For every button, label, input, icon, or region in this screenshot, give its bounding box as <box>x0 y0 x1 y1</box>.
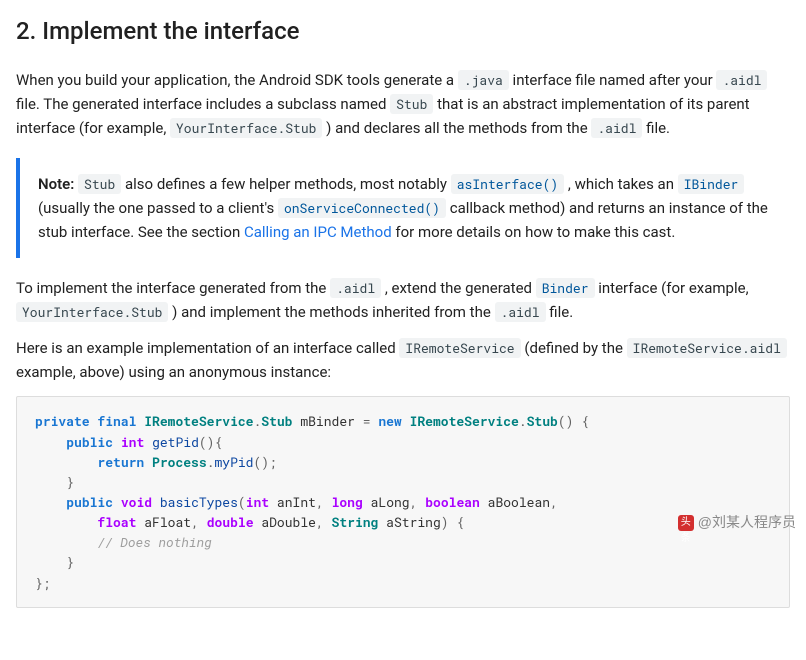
text: interface file named after your <box>513 71 717 89</box>
fn-mypid: myPid <box>214 453 253 471</box>
link-ipc-method[interactable]: Calling an IPC Method <box>244 223 392 241</box>
prim-long: long <box>332 493 363 511</box>
id-anint: anInt <box>277 493 316 511</box>
text: also defines a few helper methods, most … <box>125 175 451 193</box>
prim-double: double <box>207 513 254 531</box>
punct: ) <box>441 513 449 531</box>
code-aidl-ext: .aidl <box>591 118 642 138</box>
kw-private: private <box>35 412 90 430</box>
type-string: String <box>332 513 379 531</box>
watermark: 头条@刘某人程序员 <box>678 511 796 533</box>
text: To implement the interface generated fro… <box>16 279 330 297</box>
note-paragraph: Note: Stub also defines a few helper met… <box>38 172 790 244</box>
punct: } <box>66 553 74 571</box>
punct: , <box>191 513 199 531</box>
punct: = <box>363 412 371 430</box>
punct: }; <box>35 574 51 592</box>
code-iremoteservice-aidl: IRemoteService.aidl <box>627 338 787 358</box>
punct: , <box>410 493 418 511</box>
punct: , <box>550 493 558 511</box>
punct: { <box>456 513 464 531</box>
prim-float: float <box>97 513 136 531</box>
kw-public: public <box>66 493 113 511</box>
text: example, above) using an anonymous insta… <box>16 363 331 381</box>
type-stub: Stub <box>527 412 558 430</box>
id-adouble: aDouble <box>261 513 316 531</box>
text: , which takes an <box>568 175 678 193</box>
code-asinterface: asInterface() <box>451 174 564 194</box>
code-block: private final IRemoteService.Stub mBinde… <box>16 396 790 607</box>
kw-public: public <box>66 433 113 451</box>
id-mbinder: mBinder <box>300 412 355 430</box>
code-yourinterface-stub: YourInterface.Stub <box>16 302 168 322</box>
section-heading: 2. Implement the interface <box>16 12 790 50</box>
code-iremoteservice: IRemoteService <box>399 338 520 358</box>
code-yourinterface-stub: YourInterface.Stub <box>170 118 322 138</box>
prim-void: void <box>121 493 152 511</box>
punct: , <box>316 513 324 531</box>
punct: { <box>581 412 589 430</box>
code-aidl-ext: .aidl <box>495 302 546 322</box>
text: ) and implement the methods inherited fr… <box>172 303 494 321</box>
punct: (){ <box>199 433 222 451</box>
text: ) and declares all the methods from the <box>326 119 591 137</box>
id-aboolean: aBoolean <box>488 493 550 511</box>
punct: () <box>558 412 574 430</box>
code-java-ext: .java <box>458 70 509 90</box>
prim-int: int <box>121 433 144 451</box>
text: file. <box>549 303 573 321</box>
type-iremoteservice: IRemoteService <box>410 412 519 430</box>
punct: . <box>519 412 527 430</box>
watermark-text: @刘某人程序员 <box>698 514 796 530</box>
code-aidl-ext: .aidl <box>330 278 381 298</box>
text: file. <box>646 119 670 137</box>
text: , extend the generated <box>385 279 536 297</box>
text: When you build your application, the And… <box>16 71 458 89</box>
kw-return: return <box>97 453 144 471</box>
punct: (); <box>253 453 276 471</box>
id-along: aLong <box>371 493 410 511</box>
fn-basictypes: basicTypes <box>160 493 238 511</box>
text: file. The generated interface includes a… <box>16 95 390 113</box>
prim-boolean: boolean <box>425 493 480 511</box>
kw-final: final <box>97 412 136 430</box>
text: interface (for example, <box>598 279 748 297</box>
punct: ( <box>238 493 246 511</box>
type-stub: Stub <box>261 412 292 430</box>
code-stub: Stub <box>390 94 433 114</box>
kw-new: new <box>378 412 401 430</box>
text: (defined by the <box>524 339 626 357</box>
text: Here is an example implementation of an … <box>16 339 399 357</box>
paragraph-2: To implement the interface generated fro… <box>16 276 790 324</box>
code-onserviceconnected: onServiceConnected() <box>278 198 446 218</box>
note-label: Note: <box>38 175 74 193</box>
prim-int: int <box>246 493 269 511</box>
paragraph-3: Here is an example implementation of an … <box>16 336 790 384</box>
code-ibinder: IBinder <box>678 174 745 194</box>
comment: // Does nothing <box>97 533 211 551</box>
code-aidl-ext: .aidl <box>716 70 767 90</box>
watermark-logo: 头条 <box>678 515 694 531</box>
paragraph-1: When you build your application, the And… <box>16 68 790 140</box>
id-astring: aString <box>386 513 441 531</box>
id-afloat: aFloat <box>144 513 191 531</box>
type-process: Process <box>152 453 207 471</box>
text: for more details on how to make this cas… <box>395 223 675 241</box>
fn-getpid: getPid <box>152 433 199 451</box>
punct: } <box>66 473 74 491</box>
note-block: Note: Stub also defines a few helper met… <box>16 158 790 258</box>
code-stub: Stub <box>78 174 121 194</box>
text: (usually the one passed to a client's <box>38 199 278 217</box>
punct: , <box>316 493 324 511</box>
type-iremoteservice: IRemoteService <box>144 412 253 430</box>
code-binder: Binder <box>536 278 595 298</box>
